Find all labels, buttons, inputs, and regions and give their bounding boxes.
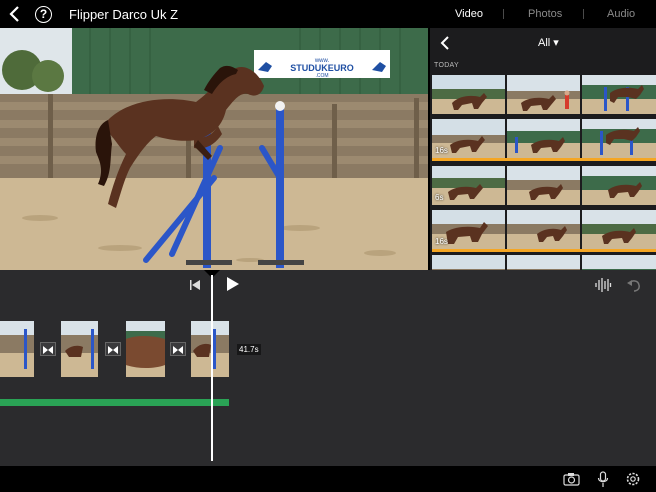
tab-divider	[503, 9, 504, 19]
skip-back-icon	[190, 280, 200, 290]
help-button[interactable]: ?	[35, 6, 52, 23]
clip-duration-badge: 41.7s	[237, 344, 261, 355]
clip-thumbnail[interactable]	[507, 119, 580, 158]
audio-track[interactable]	[0, 399, 229, 406]
clip-thumbnail[interactable]: 16s	[432, 210, 505, 249]
tab-audio[interactable]: Audio	[607, 8, 635, 20]
clip-thumbnail[interactable]	[582, 255, 656, 270]
clip-duration-label: 16s	[435, 146, 448, 155]
clip-thumbnail[interactable]	[582, 119, 656, 158]
transition-icon	[108, 346, 118, 354]
back-button[interactable]	[6, 5, 24, 23]
bottom-toolbar	[0, 466, 656, 492]
transition-icon	[43, 346, 53, 354]
gear-icon	[626, 472, 640, 486]
clip-row-selected: 16s	[432, 119, 656, 161]
project-title: Flipper Darco Uk Z	[69, 7, 179, 22]
transition-button[interactable]	[105, 342, 121, 356]
transition-button[interactable]	[40, 342, 56, 356]
camera-icon	[563, 473, 580, 486]
clip-duration-label: 6s	[435, 193, 444, 202]
clip-thumbnail[interactable]	[507, 75, 580, 114]
play-button[interactable]	[224, 276, 240, 292]
clip-thumbnail[interactable]: 16s	[432, 119, 505, 158]
camera-button[interactable]	[563, 472, 580, 486]
undo-button[interactable]	[626, 277, 642, 293]
microphone-icon	[597, 471, 609, 487]
chevron-left-icon	[9, 6, 19, 22]
timeline-clip-selected[interactable]	[191, 321, 229, 377]
timeline-clip[interactable]	[126, 321, 165, 377]
video-viewer[interactable]: www. STUDUKEURO .COM	[0, 28, 428, 270]
chevron-left-icon	[440, 36, 449, 50]
transition-icon	[173, 346, 183, 354]
browser-back-button[interactable]	[438, 35, 452, 51]
clip-thumbnail[interactable]	[432, 255, 505, 270]
banner-line-2: STUDUKEURO	[290, 63, 354, 73]
clip-thumbnail[interactable]	[582, 166, 656, 205]
skip-to-start-button[interactable]	[188, 278, 202, 290]
media-browser: All ▾ TODAY 16s 6s 16s	[430, 28, 656, 270]
top-bar: ? Flipper Darco Uk Z Video Photos Audio	[0, 0, 656, 28]
clip-row	[432, 75, 656, 117]
clip-thumbnail[interactable]	[507, 255, 580, 270]
clip-thumbnail[interactable]	[432, 75, 505, 114]
clip-thumbnail[interactable]	[507, 210, 580, 249]
clip-thumbnail[interactable]	[582, 210, 656, 249]
tab-video[interactable]: Video	[455, 8, 483, 20]
playhead[interactable]	[211, 275, 213, 461]
microphone-button[interactable]	[597, 471, 609, 488]
settings-button[interactable]	[625, 471, 641, 487]
clip-thumbnail[interactable]: 6s	[432, 166, 505, 205]
play-icon	[227, 277, 239, 291]
waveform-icon	[595, 278, 612, 292]
clip-duration-label: 16s	[435, 237, 448, 246]
viewer-frame: www. STUDUKEURO .COM	[0, 28, 428, 270]
clip-row	[432, 255, 656, 270]
timeline-clip[interactable]	[0, 321, 34, 377]
browser-header: All ▾	[430, 28, 656, 58]
audio-waveform-button[interactable]	[594, 277, 612, 293]
tab-divider	[583, 9, 584, 19]
transition-button[interactable]	[170, 342, 186, 356]
filter-dropdown[interactable]: All ▾	[538, 36, 559, 49]
timeline[interactable]: 41.7s	[0, 270, 656, 466]
clip-row-selected: 16s	[432, 210, 656, 252]
clip-thumbnail[interactable]	[582, 75, 656, 114]
section-label-today: TODAY	[434, 62, 459, 69]
clip-row: 6s	[432, 166, 656, 208]
timeline-clip[interactable]	[61, 321, 98, 377]
clip-thumbnail[interactable]	[507, 166, 580, 205]
banner-line-3: .COM	[315, 73, 328, 79]
undo-icon	[627, 280, 640, 292]
tab-photos[interactable]: Photos	[528, 8, 562, 20]
